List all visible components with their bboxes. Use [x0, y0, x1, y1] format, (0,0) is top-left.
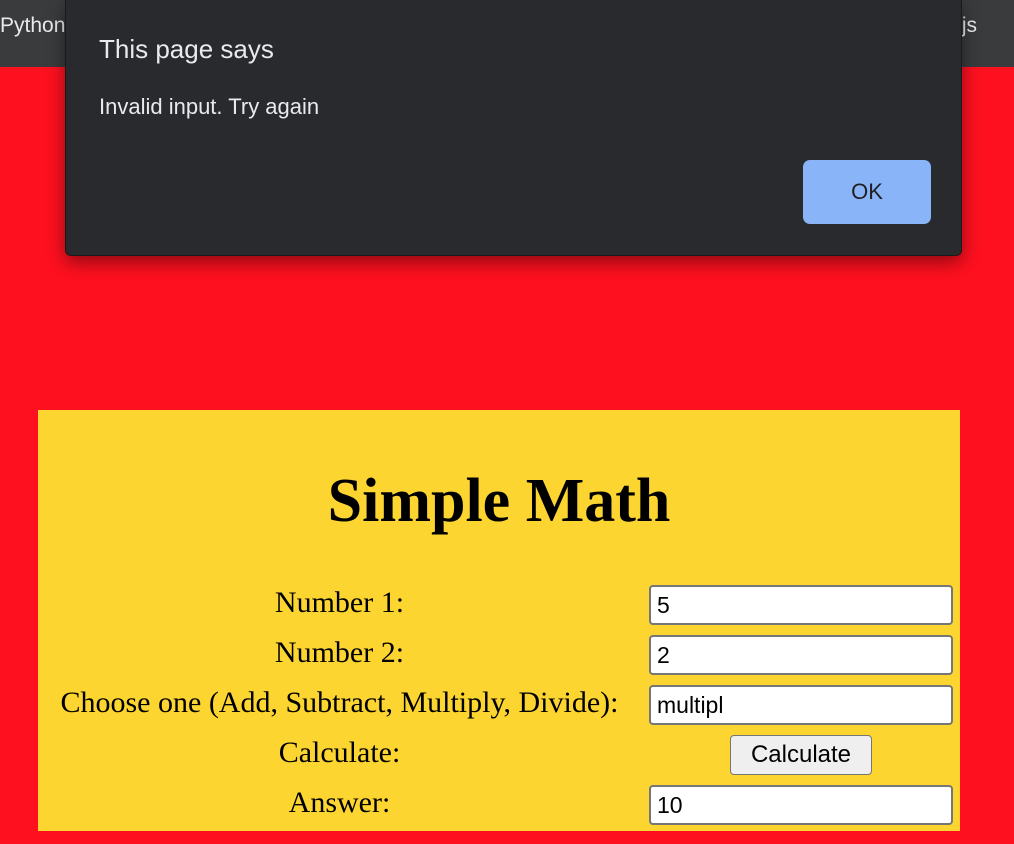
number2-label: Number 2:	[274, 636, 405, 669]
ok-button[interactable]: OK	[803, 160, 931, 224]
calculate-label: Calculate:	[278, 736, 401, 769]
number2-input[interactable]	[649, 635, 953, 675]
operation-input[interactable]	[649, 685, 953, 725]
operation-label: Choose one (Add, Subtract, Multiply, Div…	[60, 686, 619, 719]
dialog-message: Invalid input. Try again	[99, 94, 320, 119]
dialog-title: This page says	[99, 34, 274, 64]
answer-output[interactable]	[649, 785, 953, 825]
browser-tab-right[interactable]: .js	[956, 14, 977, 38]
alert-dialog: This page says Invalid input. Try again …	[65, 0, 962, 256]
number1-input[interactable]	[649, 585, 953, 625]
number1-label: Number 1:	[274, 586, 405, 619]
answer-label: Answer:	[288, 786, 391, 819]
calculate-button[interactable]: Calculate	[730, 735, 872, 775]
browser-tab-left[interactable]: Python	[0, 14, 65, 38]
page-title: Simple Math	[327, 467, 671, 535]
math-panel: Simple Math Number 1: Number 2: Choose o…	[38, 410, 960, 831]
